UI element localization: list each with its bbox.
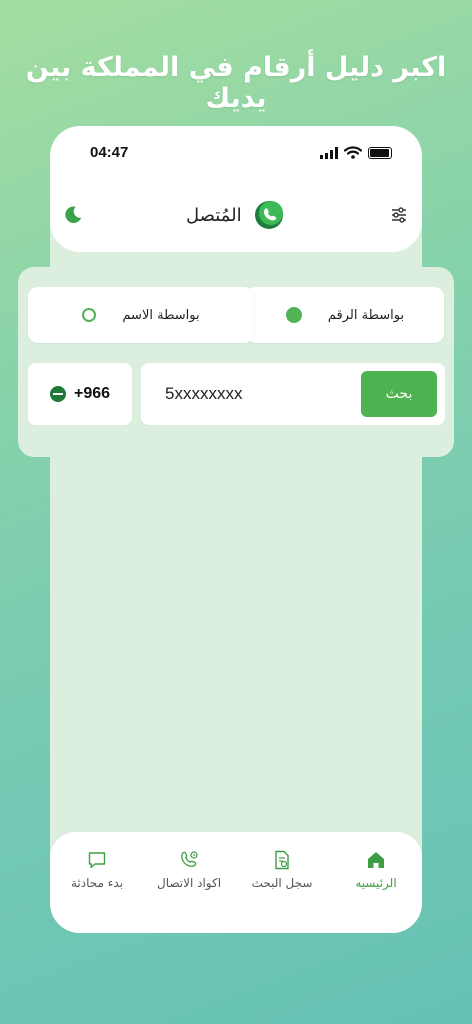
search-by-name-radio[interactable]: [82, 308, 97, 322]
app-title: المُتصل: [186, 204, 242, 226]
chat-bubble-icon: [88, 852, 106, 869]
nav-tab-home-label: الرئيسيه: [355, 876, 397, 890]
search-history-icon: [275, 850, 289, 870]
search-by-number-radio[interactable]: [285, 307, 302, 323]
call-codes-icon: [181, 851, 198, 867]
nav-tab-home[interactable]: الرئيسيه: [331, 850, 421, 890]
search-by-name-label: بواسطة الاسم: [122, 307, 200, 323]
search-card: بواسطة الرقم بواسطة الاسم +966 بحث: [18, 267, 454, 457]
status-time: 04:47: [90, 144, 129, 161]
phone-frame: 04:47 المُتصل الرئيسيه سجل البحث اكواد ا…: [50, 126, 422, 933]
phone-number-input[interactable]: [165, 379, 345, 409]
filter-settings-icon[interactable]: [390, 206, 408, 224]
country-code-selector[interactable]: +966: [28, 363, 132, 425]
search-button[interactable]: بحث: [361, 371, 437, 417]
nav-tab-chat-label: بدء محادثة: [70, 876, 124, 890]
home-icon: [368, 852, 384, 868]
wifi-icon: [344, 146, 362, 159]
nav-tab-history[interactable]: سجل البحث: [237, 850, 327, 890]
search-by-number-option[interactable]: بواسطة الرقم: [246, 287, 444, 343]
nav-tab-codes[interactable]: اكواد الاتصال: [144, 850, 234, 890]
phone-logo-icon: [254, 201, 283, 229]
cellular-signal-icon: [320, 146, 338, 159]
status-icons: [320, 146, 392, 159]
country-code-value: +966: [73, 385, 111, 402]
nav-tab-chat[interactable]: بدء محادثة: [52, 850, 142, 890]
search-by-number-label: بواسطة الرقم: [327, 307, 405, 323]
promo-headline: اكبر دليل أرقام في المملكة بين يديك: [25, 52, 447, 114]
nav-tab-history-label: سجل البحث: [251, 876, 313, 890]
app-title-group: المُتصل: [186, 200, 284, 230]
search-by-name-option[interactable]: بواسطة الاسم: [28, 287, 254, 343]
app-header: 04:47 المُتصل: [50, 126, 422, 252]
nav-tab-codes-label: اكواد الاتصال: [156, 876, 222, 890]
bottom-navigation: الرئيسيه سجل البحث اكواد الاتصال بدء محا…: [50, 832, 422, 933]
saudi-flag-icon: [49, 386, 66, 402]
phone-search-box: بحث: [141, 363, 445, 425]
battery-icon: [368, 146, 392, 159]
dark-mode-moon-icon[interactable]: [62, 204, 84, 226]
